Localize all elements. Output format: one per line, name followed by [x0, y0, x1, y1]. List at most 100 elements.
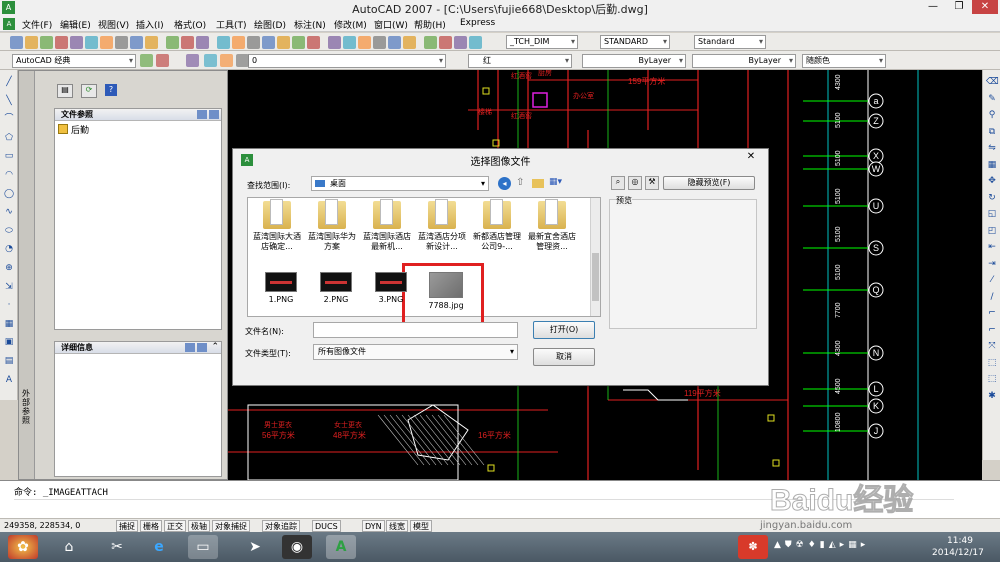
menu-item-11[interactable]: Express [460, 18, 495, 28]
file-item[interactable]: 蓝湾酒店分项新设计... [416, 199, 468, 252]
status-toggle-2[interactable]: 正交 [164, 520, 186, 532]
modify-tool-icon-4[interactable]: ⇋ [986, 142, 998, 154]
refresh-icon[interactable]: ⟳ [81, 84, 97, 98]
status-toggle-3[interactable]: 极轴 [188, 520, 210, 532]
hide-preview-button[interactable]: 隐藏预览(F) [663, 176, 755, 190]
modify-tool-icon-16[interactable]: ⤧ [986, 340, 998, 352]
toolbar-icon-26[interactable] [424, 36, 437, 49]
toolbar-icon-19[interactable] [307, 36, 320, 49]
draw-tool-icon-1[interactable]: ╲ [3, 95, 15, 107]
preview-view-icon[interactable] [197, 343, 207, 352]
toolbar-icon-9[interactable] [145, 36, 158, 49]
modify-tool-icon-7[interactable]: ↻ [986, 192, 998, 204]
toolbar-icon-27[interactable] [439, 36, 452, 49]
draw-tool-icon-5[interactable]: ◠ [3, 169, 15, 181]
modify-tool-icon-0[interactable]: ⌫ [986, 76, 999, 88]
modify-tool-icon-1[interactable]: ✎ [986, 93, 998, 105]
autocad-task-icon[interactable]: A [326, 535, 356, 559]
file-item[interactable]: 蓝湾国际大酒店确定... [251, 199, 303, 252]
explorer-icon[interactable]: ▭ [188, 535, 218, 559]
modify-tool-icon-11[interactable]: ⇥ [986, 258, 998, 270]
menu-item-4[interactable]: 格式(O) [174, 18, 206, 31]
modify-tool-icon-6[interactable]: ✥ [986, 175, 998, 187]
file-item[interactable]: 7788.jpg [420, 272, 472, 311]
toolbar-icon-20[interactable] [328, 36, 341, 49]
tray-icons[interactable]: ▲⛊☢♦▮◭▸▦▸ [774, 540, 869, 550]
toolbar-icon-12[interactable] [196, 36, 209, 49]
menu-item-8[interactable]: 修改(M) [334, 18, 367, 31]
color-combo[interactable]: 红 [468, 54, 572, 68]
tray-app-icon[interactable]: ✽ [738, 535, 768, 559]
status-toggle-6[interactable]: DUCS [312, 520, 341, 532]
status-toggle-1[interactable]: 栅格 [140, 520, 162, 532]
back-icon[interactable]: ◂ [498, 177, 511, 190]
plotstyle-combo[interactable]: 随颜色 [802, 54, 886, 68]
dialog-close-icon[interactable]: ✕ [742, 151, 760, 165]
restore-icon[interactable]: ❐ [946, 0, 972, 14]
file-item[interactable]: 新都酒店管理公司9-... [471, 199, 523, 252]
status-toggle-5[interactable]: 对象追踪 [262, 520, 300, 532]
file-item[interactable]: 1.PNG [255, 272, 307, 305]
views-menu-icon[interactable]: ▦▾ [549, 177, 567, 189]
tools-app-icon[interactable]: ✂ [102, 535, 132, 559]
status-toggle-4[interactable]: 对象捕捉 [212, 520, 250, 532]
draw-tool-icon-2[interactable]: ⌒ [3, 113, 15, 125]
home-icon[interactable]: ⌂ [54, 535, 84, 559]
cancel-button[interactable]: 取消 [533, 348, 595, 366]
toolbar-icon-7[interactable] [115, 36, 128, 49]
draw-tool-icon-9[interactable]: ◔ [3, 243, 15, 255]
file-item[interactable]: 蓝湾国际华为方案 [306, 199, 358, 252]
modify-tool-icon-12[interactable]: ⁄ [986, 274, 998, 286]
file-item[interactable]: 3.PNG [365, 272, 417, 305]
menu-item-3[interactable]: 插入(I) [136, 18, 164, 31]
clock-date[interactable]: 2014/12/17 [932, 548, 984, 558]
draw-tool-icon-15[interactable]: ▤ [3, 355, 15, 367]
menu-item-0[interactable]: 文件(F) [22, 18, 52, 31]
toolbar-icon-14[interactable] [232, 36, 245, 49]
toolbar-icon-22[interactable] [358, 36, 371, 49]
draw-tool-icon-0[interactable]: ╱ [3, 76, 15, 88]
layer-tool-icon-5[interactable] [236, 54, 249, 67]
toolbar-icon-29[interactable] [469, 36, 482, 49]
status-toggle-9[interactable]: 模型 [410, 520, 432, 532]
menu-item-1[interactable]: 编辑(E) [60, 18, 91, 31]
modify-tool-icon-18[interactable]: ⬚ [986, 373, 998, 385]
help-icon[interactable]: ? [105, 84, 117, 96]
status-toggle-8[interactable]: 线宽 [386, 520, 408, 532]
layer-tool-icon-3[interactable] [204, 54, 217, 67]
modify-tool-icon-9[interactable]: ◰ [986, 225, 998, 237]
toolbar-icon-6[interactable] [100, 36, 113, 49]
toolbar-icon-8[interactable] [130, 36, 143, 49]
locate-icon[interactable]: ◎ [628, 176, 642, 190]
toolbar-icon-15[interactable] [247, 36, 260, 49]
file-item[interactable]: 最新宜舍酒店管理资... [526, 199, 578, 252]
modify-tool-icon-14[interactable]: ⌐ [986, 307, 998, 319]
file-item[interactable]: 蓝湾国际酒店最新机... [361, 199, 413, 252]
toolbar-icon-28[interactable] [454, 36, 467, 49]
scrollbar-thumb[interactable] [592, 253, 599, 301]
draw-tool-icon-7[interactable]: ∿ [3, 206, 15, 218]
menu-item-7[interactable]: 标注(N) [294, 18, 326, 31]
tools-icon[interactable]: ⚒ [645, 176, 659, 190]
ie-icon[interactable]: e [144, 535, 174, 559]
status-toggle-0[interactable]: 捕捉 [116, 520, 138, 532]
draw-tool-icon-8[interactable]: ⬭ [3, 225, 15, 237]
start-icon[interactable]: ✿ [8, 535, 38, 559]
minimize-icon[interactable]: — [920, 0, 946, 14]
doc-icon[interactable]: A [3, 18, 15, 30]
close-icon[interactable]: ✕ [972, 0, 998, 14]
toolbar-icon-25[interactable] [403, 36, 416, 49]
draw-tool-icon-4[interactable]: ▭ [3, 150, 15, 162]
draw-tool-icon-11[interactable]: ⇲ [3, 281, 15, 293]
toolbar-icon-10[interactable] [166, 36, 179, 49]
modify-tool-icon-17[interactable]: ⬚ [986, 357, 998, 369]
layer-combo[interactable]: 0 [248, 54, 446, 68]
draw-tool-icon-13[interactable]: ▦ [3, 318, 15, 330]
clock-time[interactable]: 11:49 [947, 536, 973, 546]
attach-dwg-icon[interactable]: ▤ [57, 84, 73, 98]
toolbar-icon-18[interactable] [292, 36, 305, 49]
toolbar-icon-24[interactable] [388, 36, 401, 49]
toolbar-icon-0[interactable] [10, 36, 23, 49]
toolbar-icon-21[interactable] [343, 36, 356, 49]
menu-item-5[interactable]: 工具(T) [216, 18, 247, 31]
